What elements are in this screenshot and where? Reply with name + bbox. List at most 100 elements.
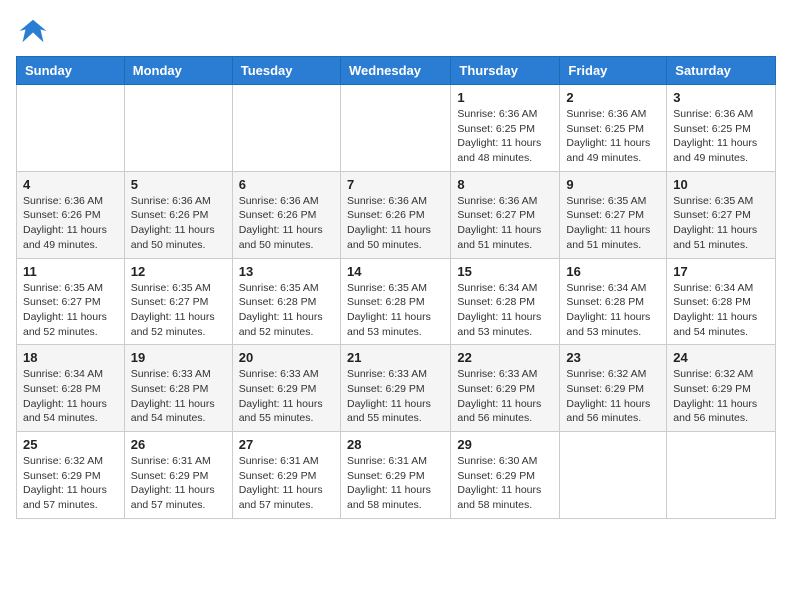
calendar-week-row: 1 Sunrise: 6:36 AM Sunset: 6:25 PM Daylig…: [17, 85, 776, 172]
calendar-cell: 4Sunrise: 6:36 AM Sunset: 6:26 PM Daylig…: [17, 171, 125, 258]
calendar-week-row: 4Sunrise: 6:36 AM Sunset: 6:26 PM Daylig…: [17, 171, 776, 258]
day-number: 8: [457, 177, 553, 192]
col-header-thursday: Thursday: [451, 57, 560, 85]
day-number: 24: [673, 350, 769, 365]
day-info: Sunrise: 6:35 AM Sunset: 6:27 PM Dayligh…: [131, 281, 226, 340]
day-info: Sunrise: 6:31 AM Sunset: 6:29 PM Dayligh…: [239, 454, 334, 513]
day-info: Sunrise: 6:32 AM Sunset: 6:29 PM Dayligh…: [23, 454, 118, 513]
day-number: 20: [239, 350, 334, 365]
calendar-week-row: 25 Sunrise: 6:32 AM Sunset: 6:29 PM Dayli…: [17, 432, 776, 519]
day-number: 13: [239, 264, 334, 279]
day-info: Sunrise: 6:33 AM Sunset: 6:29 PM Dayligh…: [347, 367, 444, 426]
day-info: Sunrise: 6:31 AM Sunset: 6:29 PM Dayligh…: [347, 454, 444, 513]
calendar-cell: 3Sunrise: 6:36 AM Sunset: 6:25 PM Daylig…: [667, 85, 776, 172]
col-header-sunday: Sunday: [17, 57, 125, 85]
calendar-cell: 5 Sunrise: 6:36 AM Sunset: 6:26 PM Daylig…: [124, 171, 232, 258]
day-number: 17: [673, 264, 769, 279]
day-number: 21: [347, 350, 444, 365]
day-info: Sunrise: 6:33 AM Sunset: 6:29 PM Dayligh…: [239, 367, 334, 426]
day-info: Sunrise: 6:36 AM Sunset: 6:25 PM Dayligh…: [457, 107, 553, 166]
day-number: 1: [457, 90, 553, 105]
day-number: 27: [239, 437, 334, 452]
day-info: Sunrise: 6:35 AM Sunset: 6:27 PM Dayligh…: [566, 194, 660, 253]
day-info: Sunrise: 6:35 AM Sunset: 6:28 PM Dayligh…: [239, 281, 334, 340]
calendar-cell: 8Sunrise: 6:36 AM Sunset: 6:27 PM Daylig…: [451, 171, 560, 258]
col-header-monday: Monday: [124, 57, 232, 85]
calendar-cell: 6Sunrise: 6:36 AM Sunset: 6:26 PM Daylig…: [232, 171, 340, 258]
day-number: 19: [131, 350, 226, 365]
day-number: 5: [131, 177, 226, 192]
calendar-week-row: 11 Sunrise: 6:35 AM Sunset: 6:27 PM Dayli…: [17, 258, 776, 345]
col-header-saturday: Saturday: [667, 57, 776, 85]
logo-bird-icon: [18, 16, 48, 46]
day-info: Sunrise: 6:33 AM Sunset: 6:29 PM Dayligh…: [457, 367, 553, 426]
day-number: 29: [457, 437, 553, 452]
calendar-header-row: SundayMondayTuesdayWednesdayThursdayFrid…: [17, 57, 776, 85]
calendar-cell: [124, 85, 232, 172]
logo: [16, 16, 48, 46]
calendar-cell: [340, 85, 450, 172]
day-info: Sunrise: 6:32 AM Sunset: 6:29 PM Dayligh…: [673, 367, 769, 426]
day-info: Sunrise: 6:34 AM Sunset: 6:28 PM Dayligh…: [566, 281, 660, 340]
calendar-cell: 26 Sunrise: 6:31 AM Sunset: 6:29 PM Dayli…: [124, 432, 232, 519]
day-info: Sunrise: 6:36 AM Sunset: 6:26 PM Dayligh…: [239, 194, 334, 253]
calendar-cell: 9 Sunrise: 6:35 AM Sunset: 6:27 PM Daylig…: [560, 171, 667, 258]
day-info: Sunrise: 6:32 AM Sunset: 6:29 PM Dayligh…: [566, 367, 660, 426]
col-header-wednesday: Wednesday: [340, 57, 450, 85]
day-number: 26: [131, 437, 226, 452]
calendar-cell: 16 Sunrise: 6:34 AM Sunset: 6:28 PM Dayli…: [560, 258, 667, 345]
calendar-cell: 10 Sunrise: 6:35 AM Sunset: 6:27 PM Dayli…: [667, 171, 776, 258]
day-number: 11: [23, 264, 118, 279]
day-number: 22: [457, 350, 553, 365]
day-info: Sunrise: 6:35 AM Sunset: 6:27 PM Dayligh…: [673, 194, 769, 253]
calendar-cell: 22 Sunrise: 6:33 AM Sunset: 6:29 PM Dayli…: [451, 345, 560, 432]
day-number: 10: [673, 177, 769, 192]
day-number: 3: [673, 90, 769, 105]
calendar-cell: 19 Sunrise: 6:33 AM Sunset: 6:28 PM Dayli…: [124, 345, 232, 432]
calendar-cell: 15 Sunrise: 6:34 AM Sunset: 6:28 PM Dayli…: [451, 258, 560, 345]
day-number: 25: [23, 437, 118, 452]
day-number: 23: [566, 350, 660, 365]
calendar-cell: [560, 432, 667, 519]
day-number: 7: [347, 177, 444, 192]
day-info: Sunrise: 6:30 AM Sunset: 6:29 PM Dayligh…: [457, 454, 553, 513]
day-info: Sunrise: 6:34 AM Sunset: 6:28 PM Dayligh…: [457, 281, 553, 340]
calendar-cell: 20 Sunrise: 6:33 AM Sunset: 6:29 PM Dayli…: [232, 345, 340, 432]
calendar-cell: 1 Sunrise: 6:36 AM Sunset: 6:25 PM Daylig…: [451, 85, 560, 172]
day-number: 2: [566, 90, 660, 105]
day-info: Sunrise: 6:34 AM Sunset: 6:28 PM Dayligh…: [673, 281, 769, 340]
day-number: 16: [566, 264, 660, 279]
calendar-cell: 2Sunrise: 6:36 AM Sunset: 6:25 PM Daylig…: [560, 85, 667, 172]
day-info: Sunrise: 6:34 AM Sunset: 6:28 PM Dayligh…: [23, 367, 118, 426]
calendar-cell: 12 Sunrise: 6:35 AM Sunset: 6:27 PM Dayli…: [124, 258, 232, 345]
day-info: Sunrise: 6:31 AM Sunset: 6:29 PM Dayligh…: [131, 454, 226, 513]
calendar-cell: 21 Sunrise: 6:33 AM Sunset: 6:29 PM Dayli…: [340, 345, 450, 432]
col-header-tuesday: Tuesday: [232, 57, 340, 85]
day-number: 9: [566, 177, 660, 192]
calendar-cell: 7 Sunrise: 6:36 AM Sunset: 6:26 PM Daylig…: [340, 171, 450, 258]
day-number: 28: [347, 437, 444, 452]
calendar-cell: 18 Sunrise: 6:34 AM Sunset: 6:28 PM Dayli…: [17, 345, 125, 432]
calendar-cell: [232, 85, 340, 172]
calendar-cell: 17 Sunrise: 6:34 AM Sunset: 6:28 PM Dayli…: [667, 258, 776, 345]
calendar-week-row: 18 Sunrise: 6:34 AM Sunset: 6:28 PM Dayli…: [17, 345, 776, 432]
day-info: Sunrise: 6:33 AM Sunset: 6:28 PM Dayligh…: [131, 367, 226, 426]
day-number: 14: [347, 264, 444, 279]
day-info: Sunrise: 6:36 AM Sunset: 6:26 PM Dayligh…: [131, 194, 226, 253]
day-info: Sunrise: 6:35 AM Sunset: 6:27 PM Dayligh…: [23, 281, 118, 340]
calendar-cell: 13 Sunrise: 6:35 AM Sunset: 6:28 PM Dayli…: [232, 258, 340, 345]
day-number: 12: [131, 264, 226, 279]
col-header-friday: Friday: [560, 57, 667, 85]
calendar-cell: 28 Sunrise: 6:31 AM Sunset: 6:29 PM Dayli…: [340, 432, 450, 519]
calendar-cell: 25 Sunrise: 6:32 AM Sunset: 6:29 PM Dayli…: [17, 432, 125, 519]
day-number: 18: [23, 350, 118, 365]
calendar-cell: 24 Sunrise: 6:32 AM Sunset: 6:29 PM Dayli…: [667, 345, 776, 432]
day-info: Sunrise: 6:36 AM Sunset: 6:26 PM Dayligh…: [23, 194, 118, 253]
day-info: Sunrise: 6:35 AM Sunset: 6:28 PM Dayligh…: [347, 281, 444, 340]
calendar-cell: 27 Sunrise: 6:31 AM Sunset: 6:29 PM Dayli…: [232, 432, 340, 519]
calendar-cell: [667, 432, 776, 519]
calendar-cell: 11 Sunrise: 6:35 AM Sunset: 6:27 PM Dayli…: [17, 258, 125, 345]
calendar-cell: 14 Sunrise: 6:35 AM Sunset: 6:28 PM Dayli…: [340, 258, 450, 345]
day-info: Sunrise: 6:36 AM Sunset: 6:26 PM Dayligh…: [347, 194, 444, 253]
day-number: 15: [457, 264, 553, 279]
